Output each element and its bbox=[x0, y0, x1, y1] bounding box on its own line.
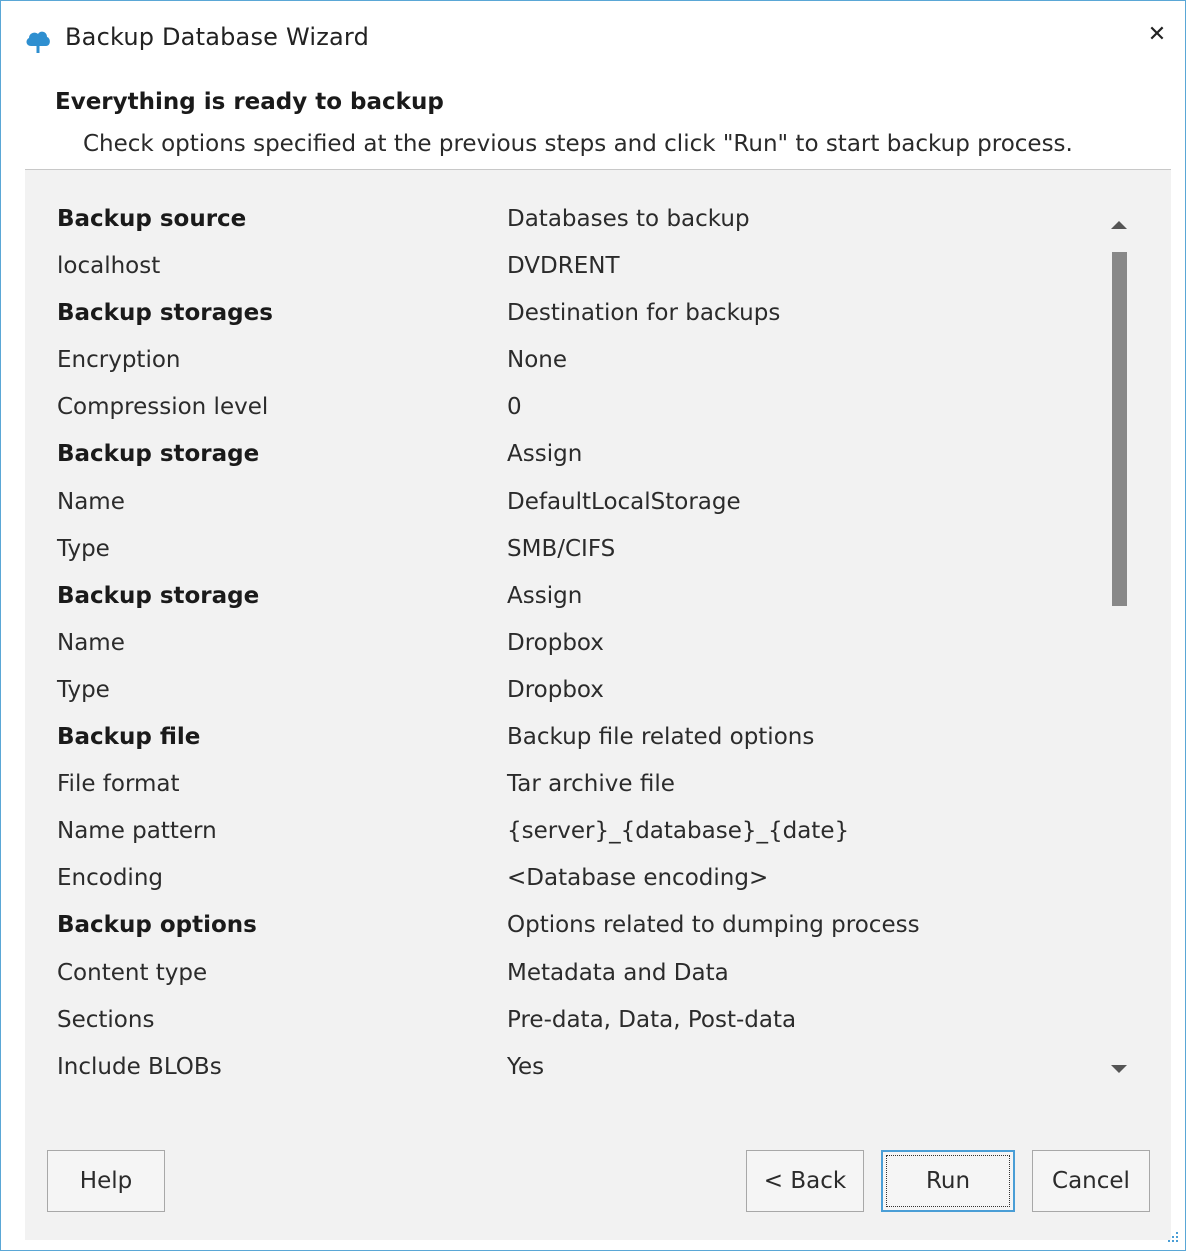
step-title: Everything is ready to backup bbox=[55, 89, 444, 115]
summary-value: Assign bbox=[507, 582, 583, 609]
summary-key: Backup storages bbox=[57, 300, 273, 327]
summary-key: Content type bbox=[57, 959, 208, 986]
button-bar: Help < Back Run Cancel bbox=[25, 1122, 1171, 1240]
summary-value: Destination for backups bbox=[507, 300, 781, 327]
summary-value: SMB/CIFS bbox=[507, 535, 616, 562]
close-icon: ✕ bbox=[1147, 22, 1167, 47]
summary-value: 0 bbox=[507, 394, 522, 421]
summary-value: Dropbox bbox=[507, 629, 604, 656]
summary-row: Name DefaultLocalStorage bbox=[25, 482, 1105, 529]
summary-value: Metadata and Data bbox=[507, 959, 729, 986]
summary-key: Sections bbox=[57, 1006, 155, 1033]
summary-key: Encoding bbox=[57, 865, 163, 892]
summary-section-row: Backup storage Assign bbox=[25, 576, 1105, 623]
summary-row: Encryption None bbox=[25, 340, 1105, 387]
step-description: Check options specified at the previous … bbox=[83, 131, 1073, 157]
scroll-down-arrow-icon[interactable] bbox=[1110, 1062, 1128, 1076]
scrollbar-thumb[interactable] bbox=[1112, 252, 1127, 606]
summary-row: localhost DVDRENT bbox=[25, 246, 1105, 293]
run-button[interactable]: Run bbox=[881, 1150, 1015, 1212]
summary-value: {server}_{database}_{date} bbox=[507, 818, 850, 845]
summary-value: Backup file related options bbox=[507, 724, 815, 751]
summary-key: Backup storage bbox=[57, 441, 260, 468]
summary-section-row: Backup storage Assign bbox=[25, 434, 1105, 481]
scroll-up-arrow-icon[interactable] bbox=[1110, 218, 1128, 232]
back-button[interactable]: < Back bbox=[746, 1150, 864, 1212]
summary-key: File format bbox=[57, 771, 180, 798]
summary-value: DVDRENT bbox=[507, 253, 620, 280]
summary-key: Encryption bbox=[57, 347, 181, 374]
summary-key: Backup source bbox=[57, 206, 247, 232]
summary-row: Compression level 0 bbox=[25, 387, 1105, 434]
summary-key: localhost bbox=[57, 253, 161, 280]
summary-row: Include BLOBs Yes bbox=[25, 1047, 1105, 1094]
summary-value: Tar archive file bbox=[507, 771, 675, 798]
summary-panel: Backup source Databases to backup localhos… bbox=[25, 169, 1171, 1123]
summary-value: DefaultLocalStorage bbox=[507, 488, 741, 515]
summary-row: Name Dropbox bbox=[25, 623, 1105, 670]
backup-wizard-window: Backup Database Wizard ✕ Everything is r… bbox=[0, 0, 1186, 1251]
resize-grip-icon[interactable] bbox=[1161, 1229, 1181, 1249]
summary-row: Type Dropbox bbox=[25, 670, 1105, 717]
summary-key: Compression level bbox=[57, 394, 269, 421]
summary-value: Yes bbox=[507, 1053, 545, 1080]
summary-row: Content type Metadata and Data bbox=[25, 953, 1105, 1000]
summary-row: Name pattern {server}_{database}_{date} bbox=[25, 811, 1105, 858]
summary-key: Include BLOBs bbox=[57, 1053, 222, 1080]
summary-section-row: Backup options Options related to dumping… bbox=[25, 905, 1105, 952]
summary-list: Backup source Databases to backup localhos… bbox=[25, 199, 1105, 1094]
focus-ring bbox=[886, 1155, 1010, 1207]
summary-key: Name pattern bbox=[57, 818, 217, 845]
summary-row: Type SMB/CIFS bbox=[25, 529, 1105, 576]
summary-value: Assign bbox=[507, 441, 583, 468]
summary-key: Backup file bbox=[57, 724, 201, 751]
cancel-button[interactable]: Cancel bbox=[1032, 1150, 1150, 1212]
summary-section-row: Backup storages Destination for backups bbox=[25, 293, 1105, 340]
summary-key: Name bbox=[57, 488, 125, 515]
cloud-icon bbox=[26, 31, 50, 53]
summary-value: Options related to dumping process bbox=[507, 912, 920, 939]
title-bar: Backup Database Wizard ✕ bbox=[1, 1, 1185, 75]
window-title: Backup Database Wizard bbox=[65, 23, 370, 51]
summary-key: Name bbox=[57, 629, 125, 656]
summary-row: Encoding <Database encoding> bbox=[25, 858, 1105, 905]
summary-value: Pre-data, Data, Post-data bbox=[507, 1006, 797, 1033]
summary-value: None bbox=[507, 347, 568, 374]
summary-section-row: Backup file Backup file related options bbox=[25, 717, 1105, 764]
summary-key: Type bbox=[57, 676, 110, 703]
summary-row: File format Tar archive file bbox=[25, 764, 1105, 811]
summary-row: Sections Pre-data, Data, Post-data bbox=[25, 1000, 1105, 1047]
summary-value: <Database encoding> bbox=[507, 865, 769, 892]
summary-value: Databases to backup bbox=[507, 206, 750, 232]
close-button[interactable]: ✕ bbox=[1141, 19, 1173, 51]
summary-value: Dropbox bbox=[507, 676, 604, 703]
help-button[interactable]: Help bbox=[47, 1150, 165, 1212]
wizard-header: Everything is ready to backup Check opti… bbox=[1, 75, 1185, 169]
summary-key: Type bbox=[57, 535, 110, 562]
summary-section-row: Backup source Databases to backup bbox=[25, 199, 1105, 246]
summary-key: Backup storage bbox=[57, 582, 260, 609]
summary-key: Backup options bbox=[57, 912, 257, 939]
